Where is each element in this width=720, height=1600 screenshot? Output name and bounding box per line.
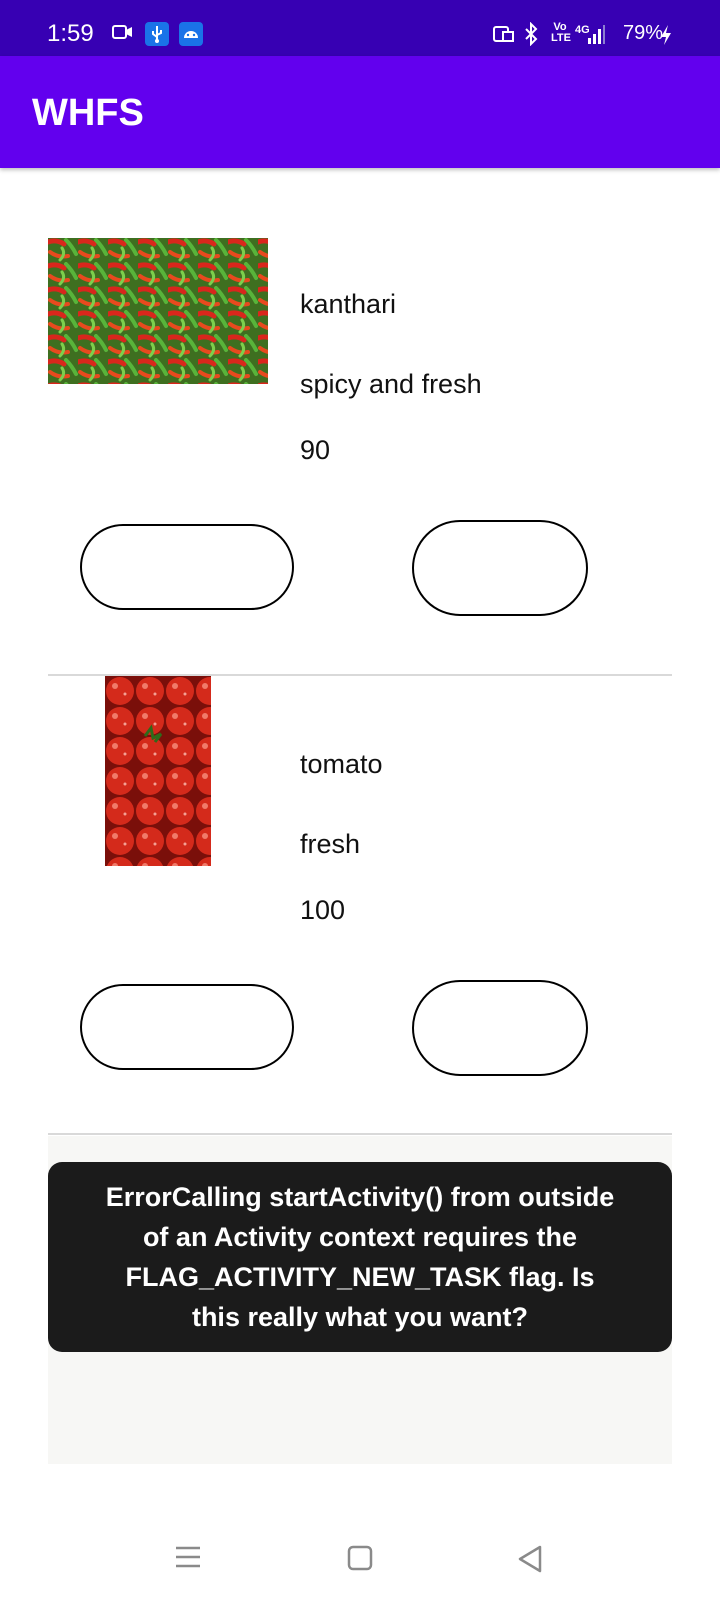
buy-button[interactable]: [412, 980, 588, 1076]
android-icon: [179, 22, 203, 51]
home-icon[interactable]: [346, 1544, 374, 1577]
menu-icon[interactable]: [174, 1544, 202, 1575]
usb-icon: [145, 22, 169, 51]
cast-icon: [493, 24, 515, 49]
product-price: 90: [300, 435, 331, 465]
error-toast: ErrorCalling startActivity() from outsid…: [48, 1162, 672, 1352]
product-price: 100: [300, 895, 346, 925]
product-description: fresh: [300, 829, 361, 859]
navigation-bar: [0, 1520, 720, 1600]
back-icon[interactable]: [516, 1544, 544, 1579]
product-description: spicy and fresh: [300, 369, 482, 399]
app-title: WHFS: [32, 92, 144, 134]
product-image-chili: [48, 238, 268, 384]
status-bar: 1:59 Vo LTE 4G 79%: [0, 0, 720, 56]
video-camera-icon: [112, 22, 134, 47]
toast-message: ErrorCalling startActivity() from outsid…: [105, 1182, 615, 1332]
status-time: 1:59: [47, 20, 94, 47]
app-bar: WHFS: [0, 56, 720, 168]
product-card[interactable]: tomato fresh 100: [48, 660, 672, 1120]
add-to-cart-button[interactable]: [80, 984, 294, 1070]
add-to-cart-button[interactable]: [80, 524, 294, 610]
battery-percent: 79%: [623, 22, 664, 44]
volte-icon: Vo LTE: [551, 21, 571, 44]
buy-button[interactable]: [412, 520, 588, 616]
product-name: tomato: [300, 749, 383, 779]
battery-charging-icon: [659, 24, 673, 51]
product-name: kanthari: [300, 289, 397, 319]
bluetooth-icon: [523, 21, 539, 51]
divider: [48, 1133, 672, 1135]
product-card[interactable]: kanthari spicy and fresh 90: [48, 200, 672, 660]
signal-icon: [582, 24, 606, 51]
product-image-tomato: [105, 676, 211, 866]
